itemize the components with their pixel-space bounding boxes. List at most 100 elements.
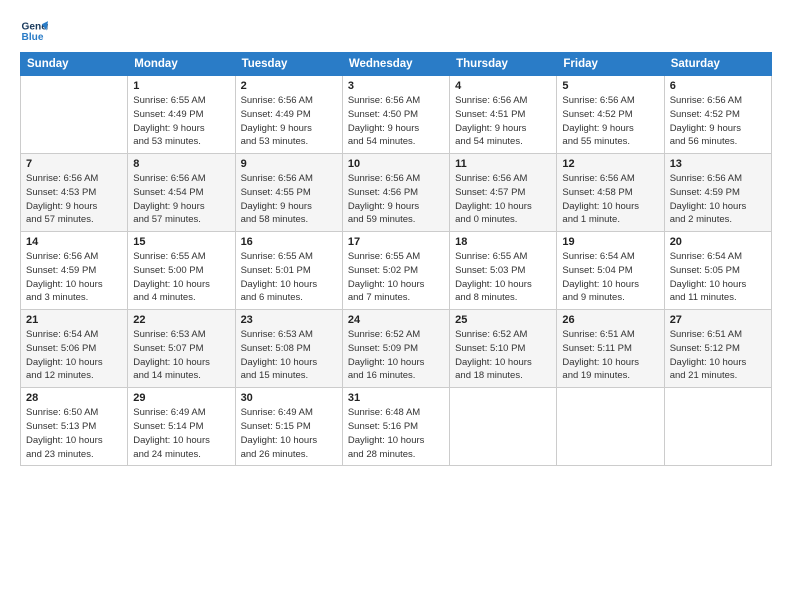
- calendar-cell: 3 Sunrise: 6:56 AMSunset: 4:50 PMDaylight…: [342, 76, 449, 154]
- day-info: Sunrise: 6:54 AMSunset: 5:04 PMDaylight:…: [562, 250, 658, 305]
- week-row-2: 7 Sunrise: 6:56 AMSunset: 4:53 PMDaylight…: [21, 154, 772, 232]
- day-number: 26: [562, 314, 658, 326]
- week-row-1: 1Sunrise: 6:55 AMSunset: 4:49 PMDaylight…: [21, 76, 772, 154]
- day-number: 31: [348, 392, 444, 404]
- day-number: 14: [26, 236, 122, 248]
- calendar-cell: 10 Sunrise: 6:56 AMSunset: 4:56 PMDayligh…: [342, 154, 449, 232]
- day-number: 1: [133, 80, 229, 92]
- day-info: Sunrise: 6:48 AMSunset: 5:16 PMDaylight:…: [348, 406, 444, 461]
- day-number: 11: [455, 158, 551, 170]
- header-row: SundayMondayTuesdayWednesdayThursdayFrid…: [21, 53, 772, 76]
- calendar-cell: 9Sunrise: 6:56 AMSunset: 4:55 PMDaylight…: [235, 154, 342, 232]
- day-info: Sunrise: 6:56 AMSunset: 4:52 PMDaylight:…: [562, 94, 658, 149]
- calendar-cell: 8 Sunrise: 6:56 AMSunset: 4:54 PMDaylight…: [128, 154, 235, 232]
- day-number: 12: [562, 158, 658, 170]
- day-info: Sunrise: 6:55 AMSunset: 5:02 PMDaylight:…: [348, 250, 444, 305]
- calendar-cell: [450, 388, 557, 466]
- week-row-5: 28 Sunrise: 6:50 AMSunset: 5:13 PMDayligh…: [21, 388, 772, 466]
- day-info: Sunrise: 6:54 AMSunset: 5:06 PMDaylight:…: [26, 328, 122, 383]
- day-info: Sunrise: 6:54 AMSunset: 5:05 PMDaylight:…: [670, 250, 766, 305]
- day-number: 19: [562, 236, 658, 248]
- day-number: 20: [670, 236, 766, 248]
- calendar-cell: 13Sunrise: 6:56 AMSunset: 4:59 PMDayligh…: [664, 154, 771, 232]
- day-number: 5: [562, 80, 658, 92]
- calendar-cell: 24 Sunrise: 6:52 AMSunset: 5:09 PMDayligh…: [342, 310, 449, 388]
- svg-text:Blue: Blue: [22, 32, 44, 43]
- calendar-cell: 25 Sunrise: 6:52 AMSunset: 5:10 PMDayligh…: [450, 310, 557, 388]
- header-day-thursday: Thursday: [450, 53, 557, 76]
- calendar-cell: 22Sunrise: 6:53 AMSunset: 5:07 PMDayligh…: [128, 310, 235, 388]
- calendar-cell: 31 Sunrise: 6:48 AMSunset: 5:16 PMDayligh…: [342, 388, 449, 466]
- day-number: 28: [26, 392, 122, 404]
- day-number: 30: [241, 392, 337, 404]
- day-info: Sunrise: 6:51 AMSunset: 5:11 PMDaylight:…: [562, 328, 658, 383]
- header-day-monday: Monday: [128, 53, 235, 76]
- day-number: 18: [455, 236, 551, 248]
- calendar-cell: 20 Sunrise: 6:54 AMSunset: 5:05 PMDayligh…: [664, 232, 771, 310]
- header: General Blue: [20, 18, 772, 46]
- day-info: Sunrise: 6:52 AMSunset: 5:09 PMDaylight:…: [348, 328, 444, 383]
- day-info: Sunrise: 6:49 AMSunset: 5:14 PMDaylight:…: [133, 406, 229, 461]
- day-info: Sunrise: 6:56 AMSunset: 4:59 PMDaylight:…: [670, 172, 766, 227]
- day-info: Sunrise: 6:53 AMSunset: 5:08 PMDaylight:…: [241, 328, 337, 383]
- day-info: Sunrise: 6:56 AMSunset: 4:58 PMDaylight:…: [562, 172, 658, 227]
- day-number: 16: [241, 236, 337, 248]
- day-number: 8: [133, 158, 229, 170]
- day-info: Sunrise: 6:50 AMSunset: 5:13 PMDaylight:…: [26, 406, 122, 461]
- calendar-cell: 17 Sunrise: 6:55 AMSunset: 5:02 PMDayligh…: [342, 232, 449, 310]
- day-info: Sunrise: 6:55 AMSunset: 5:01 PMDaylight:…: [241, 250, 337, 305]
- calendar-cell: 6 Sunrise: 6:56 AMSunset: 4:52 PMDaylight…: [664, 76, 771, 154]
- calendar-cell: [664, 388, 771, 466]
- calendar-cell: 5 Sunrise: 6:56 AMSunset: 4:52 PMDaylight…: [557, 76, 664, 154]
- day-info: Sunrise: 6:56 AMSunset: 4:50 PMDaylight:…: [348, 94, 444, 149]
- day-number: 29: [133, 392, 229, 404]
- day-info: Sunrise: 6:56 AMSunset: 4:57 PMDaylight:…: [455, 172, 551, 227]
- day-number: 4: [455, 80, 551, 92]
- logo: General Blue: [20, 18, 48, 46]
- calendar-table: SundayMondayTuesdayWednesdayThursdayFrid…: [20, 52, 772, 466]
- day-number: 7: [26, 158, 122, 170]
- day-info: Sunrise: 6:56 AMSunset: 4:59 PMDaylight:…: [26, 250, 122, 305]
- day-number: 24: [348, 314, 444, 326]
- day-info: Sunrise: 6:56 AMSunset: 4:54 PMDaylight:…: [133, 172, 229, 227]
- header-day-saturday: Saturday: [664, 53, 771, 76]
- day-number: 27: [670, 314, 766, 326]
- calendar-cell: 23 Sunrise: 6:53 AMSunset: 5:08 PMDayligh…: [235, 310, 342, 388]
- day-info: Sunrise: 6:56 AMSunset: 4:52 PMDaylight:…: [670, 94, 766, 149]
- day-number: 15: [133, 236, 229, 248]
- header-day-wednesday: Wednesday: [342, 53, 449, 76]
- day-info: Sunrise: 6:56 AMSunset: 4:56 PMDaylight:…: [348, 172, 444, 227]
- day-info: Sunrise: 6:55 AMSunset: 5:00 PMDaylight:…: [133, 250, 229, 305]
- calendar-cell: 28 Sunrise: 6:50 AMSunset: 5:13 PMDayligh…: [21, 388, 128, 466]
- day-info: Sunrise: 6:52 AMSunset: 5:10 PMDaylight:…: [455, 328, 551, 383]
- calendar-cell: [557, 388, 664, 466]
- day-info: Sunrise: 6:56 AMSunset: 4:55 PMDaylight:…: [241, 172, 337, 227]
- day-info: Sunrise: 6:56 AMSunset: 4:51 PMDaylight:…: [455, 94, 551, 149]
- day-info: Sunrise: 6:56 AMSunset: 4:49 PMDaylight:…: [241, 94, 337, 149]
- logo-icon: General Blue: [20, 18, 48, 46]
- week-row-3: 14 Sunrise: 6:56 AMSunset: 4:59 PMDayligh…: [21, 232, 772, 310]
- day-number: 23: [241, 314, 337, 326]
- calendar-cell: 18 Sunrise: 6:55 AMSunset: 5:03 PMDayligh…: [450, 232, 557, 310]
- day-number: 25: [455, 314, 551, 326]
- calendar-cell: 12 Sunrise: 6:56 AMSunset: 4:58 PMDayligh…: [557, 154, 664, 232]
- calendar-cell: 14 Sunrise: 6:56 AMSunset: 4:59 PMDayligh…: [21, 232, 128, 310]
- calendar-cell: 2 Sunrise: 6:56 AMSunset: 4:49 PMDaylight…: [235, 76, 342, 154]
- day-number: 21: [26, 314, 122, 326]
- day-number: 2: [241, 80, 337, 92]
- day-info: Sunrise: 6:55 AMSunset: 5:03 PMDaylight:…: [455, 250, 551, 305]
- day-number: 3: [348, 80, 444, 92]
- calendar-cell: 21 Sunrise: 6:54 AMSunset: 5:06 PMDayligh…: [21, 310, 128, 388]
- calendar-cell: 29 Sunrise: 6:49 AMSunset: 5:14 PMDayligh…: [128, 388, 235, 466]
- day-info: Sunrise: 6:53 AMSunset: 5:07 PMDaylight:…: [133, 328, 229, 383]
- calendar-cell: 7 Sunrise: 6:56 AMSunset: 4:53 PMDaylight…: [21, 154, 128, 232]
- day-number: 17: [348, 236, 444, 248]
- calendar-cell: 1Sunrise: 6:55 AMSunset: 4:49 PMDaylight…: [128, 76, 235, 154]
- day-number: 6: [670, 80, 766, 92]
- calendar-cell: 27 Sunrise: 6:51 AMSunset: 5:12 PMDayligh…: [664, 310, 771, 388]
- day-info: Sunrise: 6:49 AMSunset: 5:15 PMDaylight:…: [241, 406, 337, 461]
- day-info: Sunrise: 6:51 AMSunset: 5:12 PMDaylight:…: [670, 328, 766, 383]
- calendar-cell: 19 Sunrise: 6:54 AMSunset: 5:04 PMDayligh…: [557, 232, 664, 310]
- day-number: 10: [348, 158, 444, 170]
- day-info: Sunrise: 6:56 AMSunset: 4:53 PMDaylight:…: [26, 172, 122, 227]
